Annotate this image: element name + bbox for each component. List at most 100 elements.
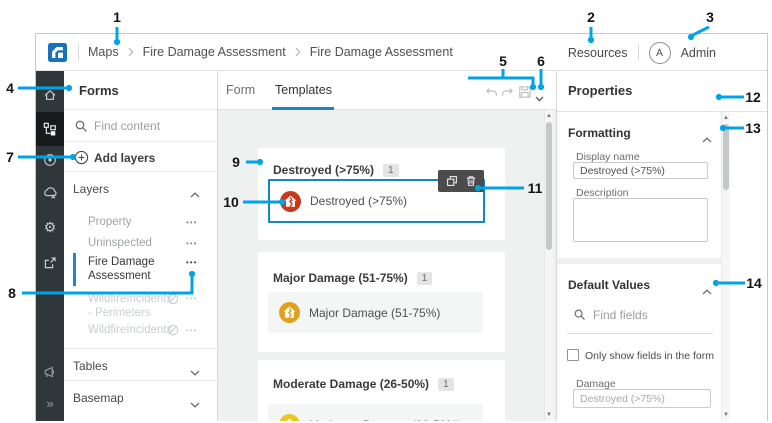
find-content-input[interactable] bbox=[94, 117, 209, 135]
duplicate-icon[interactable] bbox=[446, 175, 458, 187]
nav-rail: ⚙ » bbox=[36, 71, 64, 421]
basemap-section-header[interactable]: Basemap bbox=[64, 387, 217, 409]
default-values-title: Default Values bbox=[568, 278, 650, 292]
user-menu[interactable]: Admin bbox=[681, 46, 716, 60]
template-card-major[interactable]: Major Damage (51-75%) bbox=[268, 292, 483, 333]
layer-menu-button[interactable]: ••• bbox=[186, 239, 197, 248]
moderate-damage-house-icon bbox=[279, 414, 300, 421]
editor-scrollbar[interactable]: ▲ ▼ bbox=[544, 110, 553, 421]
offline-icon[interactable] bbox=[36, 177, 64, 209]
destroyed-house-icon bbox=[280, 191, 301, 212]
properties-scrollbar-thumb[interactable] bbox=[723, 124, 729, 190]
search-icon bbox=[74, 119, 88, 138]
layer-item-property[interactable]: Property ••• bbox=[64, 212, 217, 232]
section-separator bbox=[557, 258, 730, 264]
undo-icon[interactable] bbox=[485, 86, 498, 104]
forms-icon[interactable] bbox=[36, 112, 64, 146]
display-name-input[interactable] bbox=[573, 162, 708, 179]
layers-section-header[interactable]: Layers bbox=[64, 174, 217, 202]
chevron-up-icon bbox=[702, 130, 712, 148]
default-values-section-header[interactable]: Default Values bbox=[557, 274, 717, 296]
only-show-fields-checkbox[interactable] bbox=[567, 349, 579, 361]
layer-menu-button[interactable]: ••• bbox=[186, 218, 197, 227]
description-textarea[interactable] bbox=[573, 198, 708, 242]
resources-link[interactable]: Resources bbox=[568, 46, 628, 60]
settings-icon[interactable]: ⚙ bbox=[36, 211, 64, 243]
template-card-moderate[interactable]: Moderate Damage (26-50%) bbox=[268, 404, 483, 421]
scroll-down-arrow[interactable]: ▼ bbox=[545, 410, 553, 420]
properties-scrollbar[interactable]: ▲ ▼ bbox=[721, 112, 730, 421]
forms-panel-header: Forms bbox=[64, 71, 217, 110]
header-divider bbox=[638, 44, 639, 61]
group-title: Major Damage (51-75%) bbox=[273, 271, 408, 285]
layer-item-wildfireincidents-perimeters[interactable]: WildfireIncidents - Perimeters ••• bbox=[64, 290, 217, 324]
callout-label-7: 7 bbox=[6, 149, 14, 165]
count-badge: 1 bbox=[417, 272, 433, 285]
major-damage-house-icon bbox=[279, 302, 300, 323]
editor-scrollbar-thumb[interactable] bbox=[546, 122, 552, 250]
group-title: Moderate Damage (26-50%) bbox=[273, 377, 429, 391]
breadcrumb: Maps Fire Damage Assessment Fire Damage As… bbox=[88, 34, 453, 71]
callout-label-4: 4 bbox=[6, 80, 14, 96]
chevron-down-icon bbox=[190, 395, 200, 413]
find-content-row bbox=[64, 110, 217, 142]
esri-logo-icon[interactable] bbox=[48, 43, 67, 67]
delete-icon[interactable] bbox=[465, 175, 477, 187]
damage-field-input[interactable] bbox=[573, 389, 711, 408]
layer-label: Fire Damage Assessment bbox=[88, 255, 188, 283]
chevron-down-icon[interactable] bbox=[535, 89, 544, 107]
tables-section-header[interactable]: Tables bbox=[64, 355, 217, 377]
add-layers-button[interactable]: Add layers bbox=[64, 142, 217, 172]
save-icon[interactable] bbox=[518, 85, 532, 104]
scroll-up-arrow[interactable]: ▲ bbox=[545, 111, 553, 121]
template-group-destroyed: Destroyed (>75%)1 Destroyed (>75%) bbox=[258, 148, 505, 240]
layer-label: Uninspected bbox=[88, 237, 152, 249]
scroll-up-arrow[interactable]: ▲ bbox=[722, 113, 730, 123]
group-header: Destroyed (>75%)1 bbox=[273, 161, 399, 179]
group-header: Moderate Damage (26-50%)1 bbox=[273, 375, 454, 393]
properties-scroll-area: Formatting Display name Description Defa… bbox=[557, 112, 730, 421]
properties-panel-title: Properties bbox=[568, 83, 632, 98]
geofences-icon[interactable] bbox=[36, 144, 64, 176]
layer-menu-button[interactable]: ••• bbox=[186, 326, 197, 335]
callout-label-2: 2 bbox=[587, 9, 595, 25]
screenshot-stage: MapsFire Damage AssessmentFire Damage As… bbox=[0, 0, 772, 423]
group-header: Major Damage (51-75%) 1 bbox=[273, 269, 432, 287]
plus-circle-icon bbox=[74, 150, 89, 170]
scroll-down-arrow[interactable]: ▼ bbox=[722, 410, 730, 420]
breadcrumb-item-maps[interactable]: Maps bbox=[88, 45, 119, 59]
layer-menu-button[interactable]: ••• bbox=[186, 258, 197, 267]
layers-section-label: Layers bbox=[73, 182, 109, 196]
home-icon[interactable] bbox=[36, 79, 64, 111]
template-label: Destroyed (>75%) bbox=[310, 194, 407, 208]
redo-icon[interactable] bbox=[501, 86, 514, 104]
template-label: Major Damage (51-75%) bbox=[309, 306, 440, 320]
chevron-right-icon bbox=[295, 46, 301, 60]
template-label: Moderate Damage (26-50%) bbox=[309, 418, 461, 422]
breadcrumb-item-map[interactable]: Fire Damage Assessment bbox=[143, 45, 286, 59]
collapse-icon[interactable]: » bbox=[36, 387, 64, 419]
formatting-section-header[interactable]: Formatting bbox=[557, 122, 717, 144]
feedback-icon[interactable] bbox=[36, 356, 64, 388]
layer-label: Property bbox=[88, 216, 131, 228]
forms-panel: Forms Add layers Layers bbox=[64, 71, 218, 421]
layer-item-fire-damage-assessment[interactable]: Fire Damage Assessment ••• bbox=[64, 252, 217, 288]
layer-item-wildfireincidents[interactable]: WildfireIncidents ••• bbox=[64, 320, 217, 340]
app-header: Maps Fire Damage Assessment Fire Damage As… bbox=[36, 34, 767, 71]
selected-layer-indicator bbox=[73, 253, 76, 286]
editor-panel: Form Templates bbox=[218, 71, 557, 421]
sharing-icon[interactable] bbox=[36, 247, 64, 279]
properties-panel: Properties Formatting Display name Descr… bbox=[557, 71, 767, 421]
tab-templates[interactable]: Templates bbox=[275, 71, 332, 109]
breadcrumb-item-current: Fire Damage Assessment bbox=[310, 45, 453, 59]
layer-menu-button[interactable]: ••• bbox=[186, 294, 197, 303]
disabled-icon bbox=[167, 293, 179, 308]
layer-item-uninspected[interactable]: Uninspected ••• bbox=[64, 233, 217, 253]
find-fields-input[interactable] bbox=[593, 306, 693, 324]
templates-list: Destroyed (>75%)1 Destroyed (>75%) bbox=[218, 110, 556, 421]
avatar[interactable]: A bbox=[649, 42, 671, 64]
section-divider bbox=[64, 348, 218, 349]
layer-label: WildfireIncidents - Perimeters bbox=[88, 292, 164, 320]
tab-form[interactable]: Form bbox=[226, 71, 255, 109]
editor-tabbar: Form Templates bbox=[218, 71, 556, 110]
